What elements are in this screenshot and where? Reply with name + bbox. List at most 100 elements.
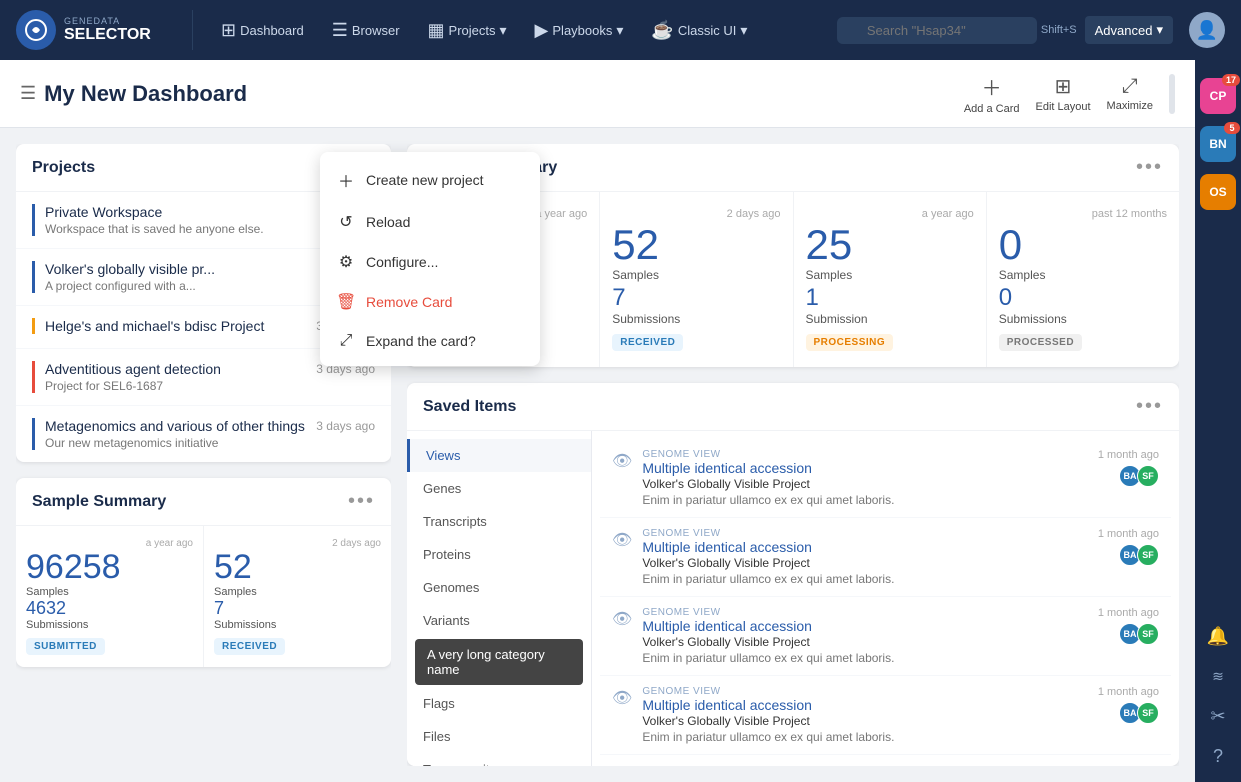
stat-num-1: 52 (612, 224, 780, 266)
nav-playbooks[interactable]: ▶ Playbooks ▾ (523, 12, 636, 49)
avatar-group-1: BA SF (1119, 544, 1159, 566)
search-input[interactable] (837, 17, 1037, 44)
small-stat-num-0: 96258 (26, 549, 193, 586)
nav-dashboard[interactable]: ⊞ Dashboard (209, 12, 316, 49)
saved-item-project-1: Volker's Globally Visible Project (642, 556, 894, 570)
saved-items-menu[interactable]: ••• (1136, 395, 1163, 418)
advanced-button[interactable]: Advanced ▾ (1085, 16, 1173, 44)
edit-layout-button[interactable]: ⊞ Edit Layout (1036, 74, 1091, 113)
saved-item-info-2: GENOME VIEW Multiple identical accession… (642, 607, 894, 665)
user-avatar-bn[interactable]: BN 5 (1200, 126, 1236, 162)
sample-summary-bottom-menu[interactable]: ••• (348, 490, 375, 513)
saved-tab-proteins[interactable]: Proteins (407, 538, 591, 571)
saved-tab-flags[interactable]: Flags (407, 687, 591, 720)
scissors-icon[interactable]: ✂ (1200, 698, 1236, 734)
sample-summary-bottom-title: Sample Summary (32, 493, 166, 511)
project-name: Helge's and michael's bdisc Project (45, 318, 264, 334)
saved-item-right-4: 1 month ago BA SF (1098, 765, 1159, 766)
nav-classic-ui-label: Classic UI (678, 23, 737, 38)
small-stat-cards: a year ago 96258 Samples 4632 Submission… (16, 526, 391, 667)
genome-view-icon-1: 👁 (612, 530, 632, 550)
context-menu-expand[interactable]: ⤢ Expand the card? (320, 322, 540, 360)
stat-card-3: past 12 months 0 Samples 0 Submissions P… (987, 192, 1179, 367)
create-project-label: Create new project (366, 172, 484, 188)
nav-classic-ui[interactable]: ☕ Classic UI ▾ (639, 12, 759, 49)
project-header-row: Metagenomics and various of other things… (45, 418, 375, 434)
small-stat-label-0: Samples (26, 586, 193, 598)
sample-summary-top-menu[interactable]: ••• (1136, 156, 1163, 179)
top-nav: Genedata SELECTOR ⊞ Dashboard ☰ Browser … (0, 0, 1241, 60)
add-card-button[interactable]: ＋ Add a Card (964, 72, 1020, 115)
saved-item-name-0[interactable]: Multiple identical accession (642, 460, 894, 476)
nav-projects[interactable]: ▦ Projects ▾ (416, 12, 519, 49)
reload-label: Reload (366, 214, 410, 230)
breadcrumb-bar: ☰ My New Dashboard ＋ Add a Card ⊞ Edit L… (0, 60, 1195, 128)
notification-badge-bn: 5 (1224, 122, 1240, 134)
project-desc: Project for SEL6-1687 (45, 379, 305, 393)
saved-tab-views[interactable]: Views (407, 439, 591, 472)
saved-item-type-0: GENOME VIEW (642, 449, 894, 460)
help-icon[interactable]: ? (1200, 738, 1236, 774)
saved-item-desc-3: Enim in pariatur ullamco ex ex qui amet … (642, 730, 894, 744)
classic-ui-icon: ☕ (651, 20, 673, 41)
nav-playbooks-label: Playbooks (552, 23, 612, 38)
saved-items-title: Saved Items (423, 398, 516, 416)
nav-browser[interactable]: ☰ Browser (320, 12, 412, 49)
project-desc: A project configured with a... (45, 279, 305, 293)
list-item: 👁 GENOME VIEW Multiple identical accessi… (600, 597, 1171, 676)
saved-tab-category-long[interactable]: A very long category name (415, 639, 583, 685)
hamburger-menu[interactable]: ☰ (20, 83, 36, 104)
context-menu-reload[interactable]: ↺ Reload (320, 202, 540, 242)
saved-item-project-3: Volker's Globally Visible Project (642, 714, 894, 728)
maximize-label: Maximize (1107, 100, 1153, 112)
saved-tab-files[interactable]: Files (407, 720, 591, 753)
saved-item-info-3: GENOME VIEW Multiple identical accession… (642, 686, 894, 744)
notifications-icon[interactable]: 🔔 (1200, 618, 1236, 654)
context-menu: ＋ Create new project ↺ Reload ⚙ Configur… (320, 152, 540, 366)
user-avatar-os[interactable]: OS (1200, 174, 1236, 210)
stat-sub-label-2: Submission (806, 312, 974, 326)
stat-num-2: 25 (806, 224, 974, 266)
genome-view-icon-2: 👁 (612, 609, 632, 629)
context-menu-configure[interactable]: ⚙ Configure... (320, 242, 540, 282)
table-row[interactable]: Metagenomics and various of other things… (16, 406, 391, 462)
expand-label: Expand the card? (366, 333, 476, 349)
saved-tab-genes[interactable]: Genes (407, 472, 591, 505)
avatar-initials-bn: BN (1209, 137, 1226, 151)
user-avatar-cp[interactable]: CP 17 (1200, 78, 1236, 114)
stat-badge-1: RECEIVED (214, 638, 285, 655)
signal-icon[interactable]: ≋ (1200, 658, 1236, 694)
saved-tab-transcripts[interactable]: Transcripts (407, 505, 591, 538)
small-stat-sublabel-1: Submissions (214, 619, 381, 631)
saved-item-right-3: 1 month ago BA SF (1098, 686, 1159, 724)
saved-item-desc-0: Enim in pariatur ullamco ex ex qui amet … (642, 493, 894, 507)
saved-tab-variants[interactable]: Variants (407, 604, 591, 637)
small-stat-sub-1: 7 (214, 598, 381, 619)
playbooks-icon: ▶ (535, 20, 549, 41)
saved-items-header: Saved Items ••• (407, 383, 1179, 431)
playbooks-arrow: ▾ (616, 22, 623, 39)
sample-summary-bottom-header: Sample Summary ••• (16, 478, 391, 526)
small-stat-label-1: Samples (214, 586, 381, 598)
user-avatar-main[interactable]: 👤 (1189, 12, 1225, 48)
projects-icon: ▦ (428, 20, 445, 41)
saved-tab-too-many[interactable]: Too many items (407, 753, 591, 766)
small-stat-sub-0: 4632 (26, 598, 193, 619)
saved-item-name-3[interactable]: Multiple identical accession (642, 697, 894, 713)
saved-item-name-1[interactable]: Multiple identical accession (642, 539, 894, 555)
browser-icon: ☰ (332, 20, 348, 41)
stat-ago-2: a year ago (806, 208, 974, 220)
nav-dashboard-label: Dashboard (240, 23, 304, 38)
saved-item-name-2[interactable]: Multiple identical accession (642, 618, 894, 634)
nav-items: ⊞ Dashboard ☰ Browser ▦ Projects ▾ ▶ Pla… (209, 12, 829, 49)
context-menu-create-project[interactable]: ＋ Create new project (320, 158, 540, 202)
saved-tab-genomes[interactable]: Genomes (407, 571, 591, 604)
project-name: Volker's globally visible pr... (45, 261, 215, 277)
saved-item-date-3: 1 month ago (1098, 686, 1159, 698)
avatar-initials-os: OS (1209, 185, 1226, 199)
main-layout: ☰ My New Dashboard ＋ Add a Card ⊞ Edit L… (0, 60, 1241, 782)
project-desc: Workspace that is saved he anyone else. (45, 222, 305, 236)
context-menu-remove-card[interactable]: 🗑 Remove Card (320, 282, 540, 322)
maximize-button[interactable]: ⤢ Maximize (1107, 75, 1153, 112)
saved-item-desc-2: Enim in pariatur ullamco ex ex qui amet … (642, 651, 894, 665)
